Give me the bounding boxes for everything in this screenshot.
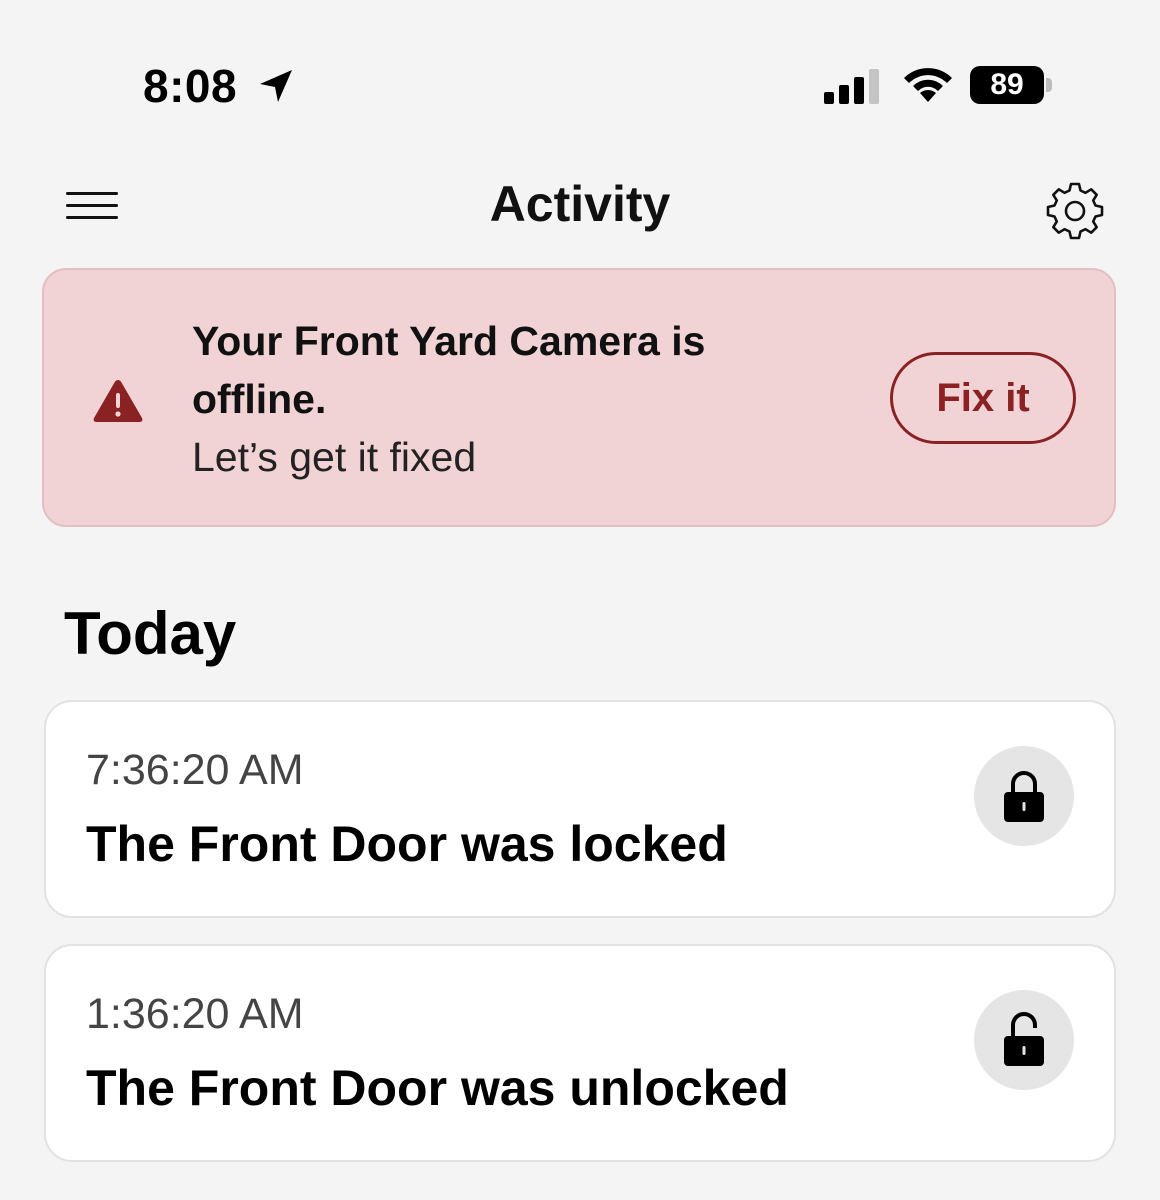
status-time: 8:08 (143, 60, 238, 112)
fix-it-button[interactable]: Fix it (890, 352, 1076, 444)
camera-offline-alert: Your Front Yard Camera is offline. Let’s… (42, 268, 1116, 527)
padlock-locked-icon (1004, 771, 1044, 822)
page-title: Activity (489, 176, 671, 232)
gear-icon[interactable] (1044, 178, 1106, 240)
alert-title: Your Front Yard Camera is offline. (192, 318, 706, 422)
section-title-today: Today (64, 600, 237, 667)
battery-nub (1046, 78, 1052, 92)
alert-subtitle: Let’s get it fixed (192, 434, 477, 480)
warning-triangle-icon (93, 380, 143, 422)
event-message: The Front Door was unlocked (86, 1060, 789, 1116)
event-time: 7:36:20 AM (86, 746, 304, 794)
wifi-icon (904, 68, 952, 102)
event-message: The Front Door was locked (86, 816, 728, 872)
event-time: 1:36:20 AM (86, 990, 304, 1038)
lock-status-badge (974, 746, 1074, 846)
padlock-unlocked-icon (1004, 1012, 1044, 1066)
nav-header: Activity (0, 160, 1160, 250)
status-bar: 8:08 89 (0, 0, 1160, 140)
activity-card-locked[interactable]: 7:36:20 AM The Front Door was locked (44, 700, 1116, 918)
activity-card-unlocked[interactable]: 1:36:20 AM The Front Door was unlocked (44, 944, 1116, 1162)
cellular-signal-icon (824, 69, 879, 104)
location-arrow-icon (260, 70, 292, 102)
battery-icon: 89 (970, 66, 1044, 104)
lock-status-badge (974, 990, 1074, 1090)
